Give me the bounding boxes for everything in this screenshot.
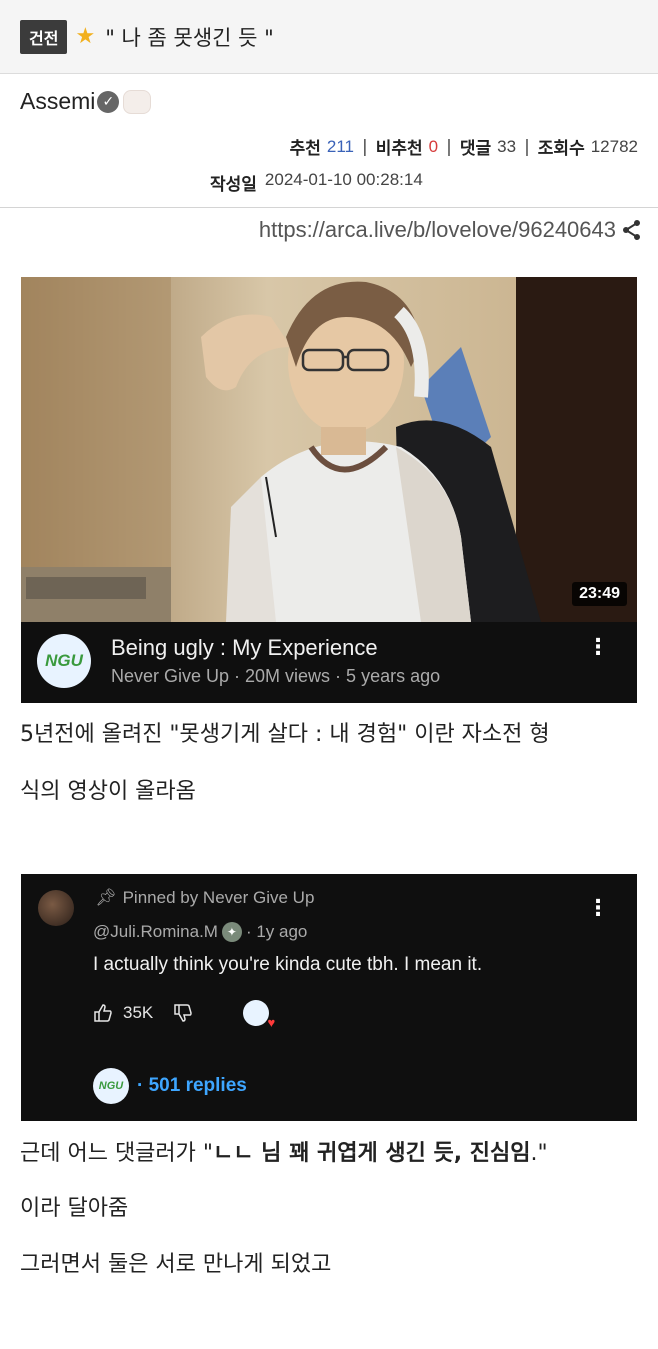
replies-link[interactable]: · 501 replies (137, 1075, 247, 1097)
comment-count: 33 (497, 136, 517, 156)
star-icon: ★ (75, 24, 96, 49)
comment-text: I actually think you're kinda cute tbh. … (93, 954, 483, 975)
video-thumbnail-image (21, 277, 637, 622)
share-icon[interactable] (622, 219, 642, 241)
post-title: " 나 좀 못생긴 듯 " (105, 25, 274, 50)
views-label: 조회수 (537, 139, 585, 159)
youtube-comment-card: 📌︎ Pinned by Never Give Up @Juli.Romina.… (21, 874, 637, 1121)
body-paragraph-5: 그러면서 둘은 서로 만나게 되었고 (20, 1252, 332, 1277)
views-count: 12782 (590, 136, 638, 156)
reply-channel-logo: NGU (98, 1080, 124, 1092)
commenter-avatar[interactable] (38, 890, 74, 926)
comment-age: · 1y ago (245, 922, 308, 941)
body-paragraph-1: 5년전에 올려진 "못생기게 살다 : 내 경험" 이란 자소전 형 (20, 722, 550, 747)
post-stats: 추천 211 | 비추천 0 | 댓글 33 | 조회수 12782 (289, 134, 638, 160)
downvote-label: 비추천 (375, 139, 423, 159)
channel-logo: NGU (45, 651, 83, 670)
post-title-bar: 건전 ★ " 나 좀 못생긴 듯 " (0, 0, 658, 74)
comment-author-row: @Juli.Romina.M ✦ · 1y ago (93, 922, 307, 942)
comment-actions: 35K ♥ (93, 1000, 275, 1030)
video-duration: 23:49 (572, 582, 627, 606)
video-meta: Never Give Up · 20M views · 5 years ago (111, 666, 441, 686)
video-title[interactable]: Being ugly : My Experience (111, 635, 378, 661)
pinned-label-row: 📌︎ Pinned by Never Give Up (95, 888, 314, 908)
post-url[interactable]: https://arca.live/b/lovelove/96240643 (259, 217, 616, 243)
channel-avatar[interactable]: NGU (37, 634, 91, 688)
embedded-video-card[interactable]: 23:49 NGU Being ugly : My Experience Nev… (21, 277, 637, 703)
paragraph-3-quote: ㄴㄴ 님 꽤 귀엽게 생긴 듯, 진심임 (213, 1141, 531, 1166)
upvote-count: 211 (326, 136, 354, 156)
body-paragraph-3: 근데 어느 댓글러가 "ㄴㄴ 님 꽤 귀엽게 생긴 듯, 진심임." (20, 1135, 548, 1167)
comment-label: 댓글 (459, 139, 492, 159)
verified-badge-icon: ✦ (221, 922, 242, 942)
thumbs-up-icon[interactable] (93, 1003, 113, 1023)
paragraph-3-suffix: ." (530, 1141, 548, 1166)
comment-more-options-icon[interactable]: ⋮ (587, 896, 609, 921)
creator-heart-icon: ♥ (243, 1000, 275, 1030)
stat-separator: | (524, 136, 530, 157)
body-paragraph-4: 이라 달아줌 (20, 1196, 129, 1221)
upvote-label: 추천 (289, 139, 321, 159)
date-value: 2024-01-10 00:28:14 (264, 170, 423, 189)
date-label: 작성일 (210, 175, 257, 195)
author-name[interactable]: Assemi (20, 88, 95, 115)
body-paragraph-2: 식의 영상이 올라옴 (20, 779, 196, 804)
category-badge[interactable]: 건전 (20, 19, 68, 54)
verified-check-icon: ✓ (97, 90, 120, 113)
downvote-count: 0 (428, 136, 439, 156)
reply-channel-avatar: NGU (93, 1068, 129, 1104)
replies-row[interactable]: NGU · 501 replies (93, 1068, 247, 1104)
like-count: 35K (123, 1003, 154, 1022)
thumbs-down-icon[interactable] (173, 1003, 193, 1023)
post-date-row: 작성일 2024-01-10 00:28:14 (210, 170, 423, 195)
paragraph-3-prefix: 근데 어느 댓글러가 " (20, 1141, 214, 1166)
header-divider (0, 207, 658, 208)
video-more-options-icon[interactable]: ⋮ (587, 637, 609, 659)
pinned-label: Pinned by Never Give Up (122, 888, 315, 907)
post-url-row: https://arca.live/b/lovelove/96240643 (259, 217, 642, 243)
author-row: Assemi ✓ (20, 88, 152, 115)
author-emoji-icon (123, 89, 152, 114)
stat-separator: | (446, 136, 452, 157)
comment-handle[interactable]: @Juli.Romina.M (93, 922, 218, 942)
video-thumbnail[interactable] (21, 277, 637, 622)
pin-icon: 📌︎ (95, 888, 117, 907)
stat-separator: | (362, 136, 368, 157)
